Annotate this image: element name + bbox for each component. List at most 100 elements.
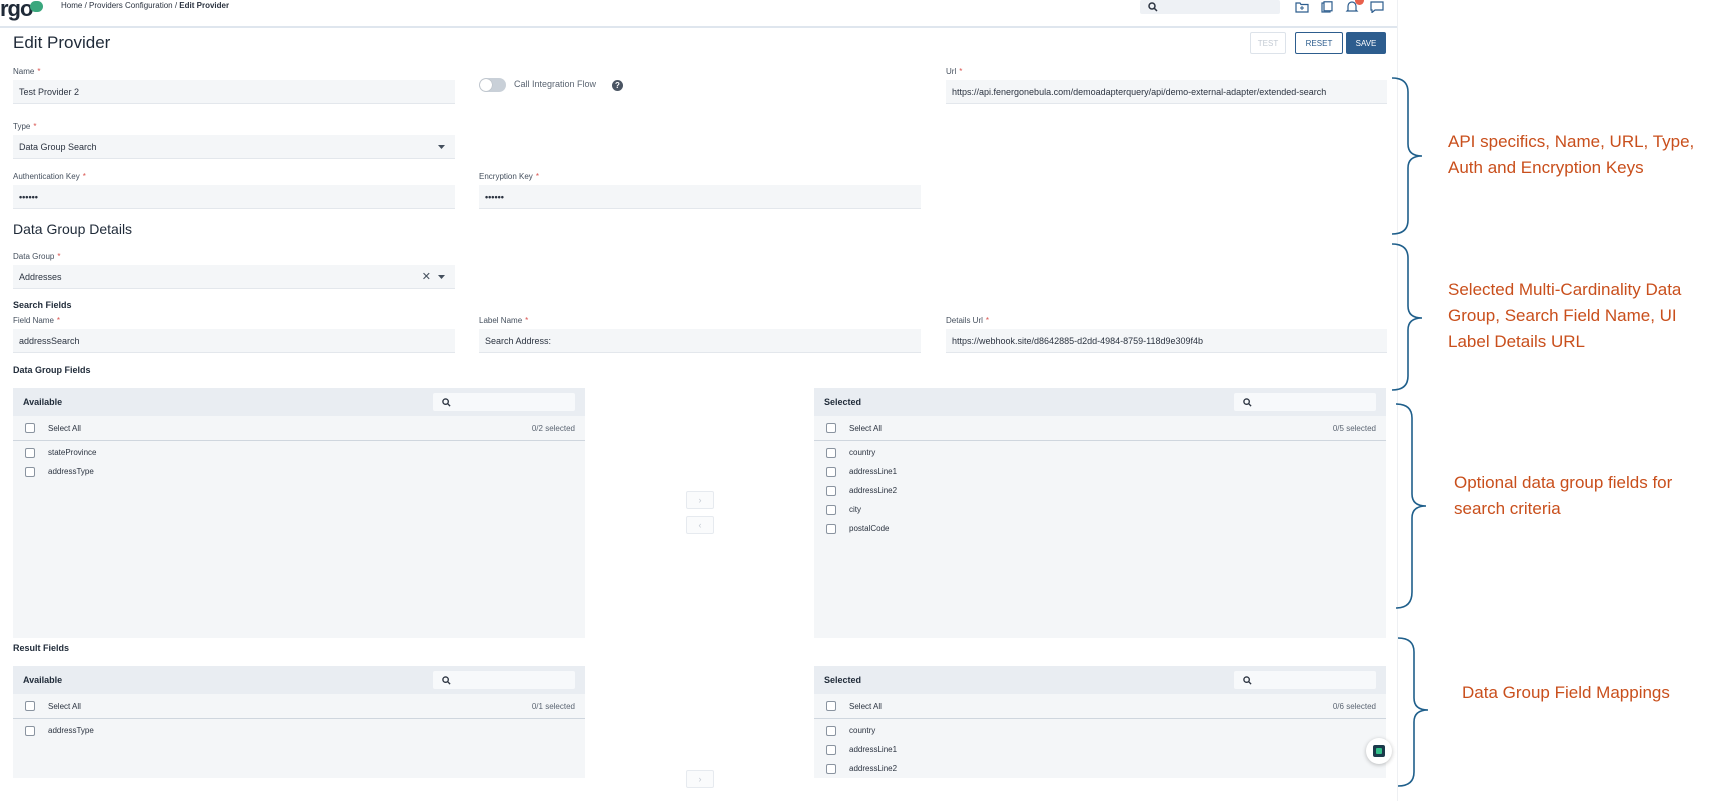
selection-count: 0/5 selected: [1332, 424, 1376, 433]
item-checkbox[interactable]: [826, 486, 836, 496]
chat-assistant-icon[interactable]: [1366, 738, 1392, 764]
data-group-select[interactable]: Addresses ✕: [13, 265, 455, 289]
reset-button[interactable]: RESET: [1295, 32, 1343, 54]
data-group-label: Data Group *: [13, 252, 61, 261]
item-checkbox[interactable]: [826, 745, 836, 755]
label-name-field[interactable]: Search Address:: [479, 329, 921, 353]
type-label: Type *: [13, 122, 37, 131]
label-name-label: Label Name *: [479, 316, 529, 325]
item-checkbox[interactable]: [826, 726, 836, 736]
list-item[interactable]: addressType: [13, 722, 585, 740]
type-select[interactable]: Data Group Search: [13, 135, 455, 159]
encryption-key-field[interactable]: ••••••: [479, 185, 921, 209]
test-button[interactable]: TEST: [1250, 32, 1286, 54]
select-all-checkbox[interactable]: [25, 701, 35, 711]
annotation-optional-fields: Optional data group fields for search cr…: [1454, 473, 1673, 518]
list-item[interactable]: addressType: [13, 463, 585, 481]
call-integration-flow-toggle[interactable]: [479, 78, 506, 92]
list-search-input[interactable]: [433, 393, 575, 411]
select-all-row[interactable]: Select All 0/6 selected: [814, 694, 1386, 719]
move-right-button[interactable]: ›: [686, 491, 714, 509]
data-group-details-title: Data Group Details: [13, 221, 133, 237]
notification-badge: [1355, 0, 1364, 5]
save-button[interactable]: SAVE: [1346, 32, 1386, 54]
list-item[interactable]: addressLine2: [814, 760, 1386, 778]
list-search-input[interactable]: [433, 671, 575, 689]
bracket-mappings: [1397, 637, 1429, 787]
url-field[interactable]: https://api.fenergonebula.com/demoadapte…: [946, 80, 1387, 104]
selected-list-panel: Selected Select All 0/5 selected country…: [814, 388, 1386, 638]
list-item[interactable]: stateProvince: [13, 444, 585, 462]
folder-icon[interactable]: [1295, 1, 1309, 13]
search-icon: [1243, 398, 1252, 407]
call-integration-flow-label: Call Integration Flow: [514, 79, 597, 89]
select-all-checkbox[interactable]: [25, 423, 35, 433]
list-item[interactable]: addressLine2: [814, 482, 1386, 500]
move-right-button[interactable]: ›: [686, 770, 714, 788]
auth-key-field[interactable]: ••••••: [13, 185, 455, 209]
item-checkbox[interactable]: [826, 505, 836, 515]
breadcrumb-providers[interactable]: Providers Configuration: [89, 1, 173, 10]
item-checkbox[interactable]: [826, 467, 836, 477]
list-item[interactable]: addressLine1: [814, 463, 1386, 481]
logo-mark-icon: [30, 1, 43, 12]
global-search-input[interactable]: [1140, 0, 1280, 14]
select-all-checkbox[interactable]: [826, 423, 836, 433]
list-item[interactable]: addressLine1: [814, 741, 1386, 759]
list-item[interactable]: country: [814, 444, 1386, 462]
select-all-checkbox[interactable]: [826, 701, 836, 711]
help-icon[interactable]: ?: [612, 80, 623, 91]
annotation-brackets: [1391, 77, 1429, 787]
item-checkbox[interactable]: [25, 448, 35, 458]
list-search-input[interactable]: [1234, 671, 1376, 689]
clear-icon[interactable]: ✕: [422, 270, 431, 283]
auth-key-label: Authentication Key *: [13, 172, 86, 181]
logo: rgo: [0, 0, 33, 21]
item-checkbox[interactable]: [826, 524, 836, 534]
chevron-down-icon: [438, 275, 445, 279]
list-item[interactable]: country: [814, 722, 1386, 740]
bracket-optional-fields: [1395, 403, 1427, 609]
list-title: Available: [23, 397, 63, 407]
encryption-key-label: Encryption Key *: [479, 172, 539, 181]
details-url-field[interactable]: https://webhook.site/d8642885-d2dd-4984-…: [946, 329, 1387, 353]
list-search-input[interactable]: [1234, 393, 1376, 411]
select-all-row[interactable]: Select All 0/1 selected: [13, 694, 585, 719]
list-item[interactable]: city: [814, 501, 1386, 519]
available-list-panel: Available Select All 0/2 selected stateP…: [13, 388, 585, 638]
page-title: Edit Provider: [13, 33, 111, 52]
name-field[interactable]: Test Provider 2: [13, 80, 455, 104]
messages-icon[interactable]: [1370, 1, 1384, 13]
move-left-button[interactable]: ‹: [686, 516, 714, 534]
breadcrumb-home[interactable]: Home: [61, 1, 82, 10]
chevron-down-icon: [438, 145, 445, 149]
item-checkbox[interactable]: [25, 467, 35, 477]
item-checkbox[interactable]: [826, 764, 836, 774]
search-icon: [1243, 676, 1252, 685]
top-bar: rgo Home / Providers Configuration / Edi…: [0, 0, 1397, 28]
name-label: Name *: [13, 67, 41, 76]
details-url-label: Details Url *: [946, 316, 990, 325]
list-header: Available: [13, 388, 585, 416]
data-group-fields-title: Data Group Fields: [13, 365, 91, 375]
list-item[interactable]: postalCode: [814, 520, 1386, 538]
search-icon: [1148, 2, 1158, 12]
app-window: rgo Home / Providers Configuration / Edi…: [0, 0, 1398, 801]
item-checkbox[interactable]: [826, 448, 836, 458]
breadcrumb-current: Edit Provider: [179, 1, 230, 10]
field-name-label: Field Name *: [13, 316, 61, 325]
annotation-api: API specifics, Name, URL, Type, Auth and…: [1448, 132, 1695, 177]
documents-icon[interactable]: [1320, 1, 1334, 13]
result-selected-list-panel: Selected Select All 0/6 selected country…: [814, 666, 1386, 778]
select-all-row[interactable]: Select All 0/5 selected: [814, 416, 1386, 441]
list-title: Selected: [824, 675, 862, 685]
list-title: Selected: [824, 397, 862, 407]
toggle-knob: [480, 79, 492, 91]
selection-count: 0/2 selected: [531, 424, 575, 433]
item-checkbox[interactable]: [25, 726, 35, 736]
field-name-field[interactable]: addressSearch: [13, 329, 455, 353]
bracket-data-group: [1391, 243, 1423, 391]
url-label: Url *: [946, 67, 963, 76]
search-fields-title: Search Fields: [13, 300, 72, 310]
select-all-row[interactable]: Select All 0/2 selected: [13, 416, 585, 441]
